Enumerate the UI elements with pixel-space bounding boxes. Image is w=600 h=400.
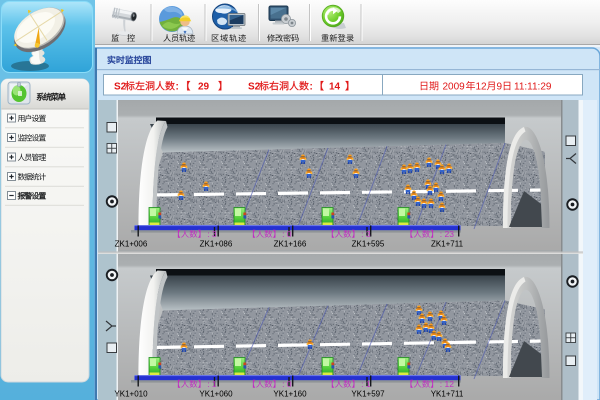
svg-text:YK1+597: YK1+597 xyxy=(351,389,385,398)
svg-text:ZK1+711: ZK1+711 xyxy=(431,239,464,248)
svg-text:YK1+060: YK1+060 xyxy=(199,389,233,398)
svg-text:YK1+010: YK1+010 xyxy=(114,389,148,398)
svg-text:: 1: : 1 xyxy=(361,379,371,389)
svg-text:12: 12 xyxy=(476,82,488,93)
svg-text:ZK1+595: ZK1+595 xyxy=(352,239,385,248)
svg-text:ZK1+166: ZK1+166 xyxy=(274,239,307,248)
svg-text:9: 9 xyxy=(497,82,503,93)
svg-text:S2: S2 xyxy=(248,82,261,93)
svg-text:: 1: : 1 xyxy=(207,379,217,389)
svg-text:: 0: : 0 xyxy=(282,379,292,389)
svg-text:S2: S2 xyxy=(114,82,127,93)
svg-text:29: 29 xyxy=(198,82,210,93)
svg-text:ZK1+006: ZK1+006 xyxy=(115,239,148,248)
svg-text:: 0: : 0 xyxy=(282,229,292,239)
svg-text:: 12: : 12 xyxy=(440,379,454,389)
svg-text:14: 14 xyxy=(329,82,341,93)
svg-text:2009: 2009 xyxy=(443,82,466,93)
svg-text:11:11:29: 11:11:29 xyxy=(514,82,552,93)
svg-text::: : xyxy=(176,82,179,93)
svg-text:: 23: : 23 xyxy=(440,229,454,239)
svg-text:: 3: : 3 xyxy=(207,229,217,239)
svg-text:: 3: : 3 xyxy=(361,229,371,239)
svg-text:ZK1+086: ZK1+086 xyxy=(200,239,233,248)
svg-text:YK1+160: YK1+160 xyxy=(273,389,307,398)
svg-text:YK1+711: YK1+711 xyxy=(431,389,464,398)
svg-text::: : xyxy=(310,82,313,93)
